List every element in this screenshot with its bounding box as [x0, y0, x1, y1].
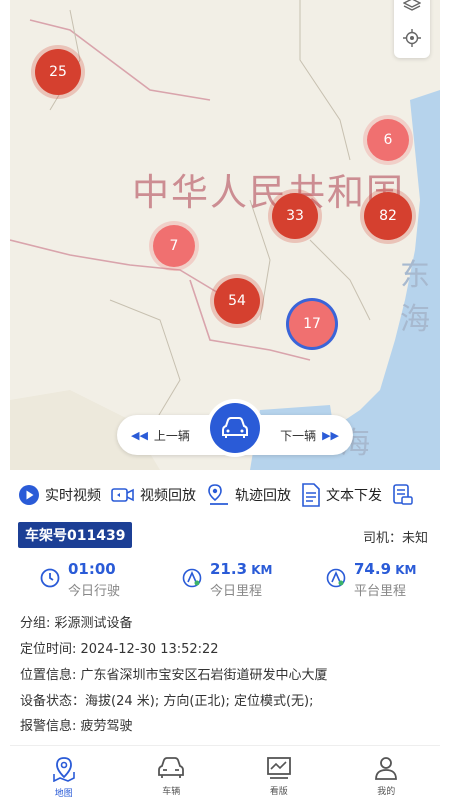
layers-icon[interactable] [402, 0, 422, 16]
double-chevron-right-icon: ▶▶ [322, 429, 339, 442]
device-status-info: 设备状态：海拔(24 米); 方向(正北); 定位模式(无); [20, 694, 314, 709]
video-playback-button[interactable]: 视频回放 [111, 485, 196, 505]
tab-label: 看版 [269, 787, 288, 797]
prev-vehicle-button[interactable]: ◀◀ 上一辆 [131, 427, 190, 444]
car-icon [222, 417, 248, 438]
bottom-tab-bar: 地图 车辆 看版 我的 [10, 745, 440, 800]
tab-vehicles[interactable]: 车辆 [118, 746, 226, 800]
alarm-info: 报警信息: 疲劳驾驶 [20, 719, 133, 734]
location-time-info: 定位时间: 2024-12-30 13:52:22 [20, 642, 219, 657]
group-info: 分组: 彩源测试设备 [20, 616, 133, 631]
video-playback-icon [111, 488, 134, 502]
prev-vehicle-label: 上一辆 [153, 429, 190, 443]
live-video-label: 实时视频 [45, 488, 101, 504]
stat-value: 01:00 [68, 560, 116, 578]
tab-label: 车辆 [162, 787, 181, 797]
vin-badge: 车架号011439 [18, 522, 133, 548]
odometer-icon [182, 568, 202, 588]
next-vehicle-label: 下一辆 [280, 429, 317, 443]
locate-icon[interactable] [403, 29, 421, 51]
tab-label: 我的 [377, 787, 396, 797]
live-video-button[interactable]: 实时视频 [18, 484, 101, 506]
stat-today-mileage: 21.3 KM 今日里程 [182, 560, 272, 599]
text-dispatch-button[interactable]: 文本下发 [301, 483, 382, 507]
video-playback-label: 视频回放 [140, 488, 196, 504]
user-icon [375, 757, 398, 780]
vehicle-switcher: ◀◀ 上一辆 下一辆 ▶▶ [117, 403, 353, 455]
stat-today-drive-time: 01:00 今日行驶 [40, 560, 120, 599]
map-view[interactable]: 中华人民共和国 东海 海 25 6 33 82 7 54 17 ◀◀ 上一辆 下… [10, 0, 440, 470]
map-pin-icon [52, 757, 75, 782]
text-dispatch-label: 文本下发 [326, 488, 382, 504]
tab-dashboard[interactable]: 看版 [225, 746, 333, 800]
car-icon [158, 757, 185, 778]
map-cluster-marker[interactable]: 25 [35, 49, 81, 95]
map-cluster-marker-selected[interactable]: 17 [289, 301, 335, 347]
map-cluster-marker[interactable]: 54 [214, 278, 260, 324]
vehicle-action-bar: 实时视频 视频回放 轨迹回放 文本下发 [10, 478, 440, 512]
next-vehicle-button[interactable]: 下一辆 ▶▶ [280, 427, 339, 444]
stat-label: 今日里程 [210, 584, 263, 599]
track-playback-button[interactable]: 轨迹回放 [206, 483, 291, 507]
map-country-label: 中华人民共和国 [132, 171, 405, 214]
map-tools-panel [394, 0, 430, 58]
tab-map[interactable]: 地图 [10, 746, 118, 800]
map-cluster-marker[interactable]: 7 [153, 225, 195, 267]
double-chevron-left-icon: ◀◀ [131, 429, 148, 442]
stat-label: 今日行驶 [68, 584, 121, 599]
address-info: 位置信息: 广东省深圳市宝安区石岩街道研发中心大厦 [20, 668, 328, 683]
stat-value: 21.3 KM [210, 560, 273, 578]
map-east-sea-label: 东海 [400, 258, 430, 337]
vehicle-info-card: 车架号011439 司机：未知 01:00 今日行驶 21.3 KM 今日里程 … [10, 514, 440, 746]
right-frame [440, 0, 450, 800]
clock-icon [40, 568, 60, 588]
driver-label: 司机：未知 [362, 531, 428, 546]
track-icon [208, 484, 228, 505]
map-cluster-marker[interactable]: 82 [364, 192, 412, 240]
stat-platform-mileage: 74.9 KM 平台里程 [326, 560, 416, 599]
play-icon [19, 485, 39, 505]
stat-value: 74.9 KM [354, 560, 417, 578]
current-vehicle-button[interactable] [210, 403, 260, 453]
stat-label: 平台里程 [354, 584, 407, 599]
more-action-button[interactable] [392, 483, 414, 507]
tab-profile[interactable]: 我的 [333, 746, 441, 800]
vehicle-list-icon [393, 484, 413, 505]
track-playback-label: 轨迹回放 [235, 488, 291, 504]
tab-label: 地图 [54, 789, 73, 799]
odometer-icon [326, 568, 346, 588]
map-cluster-marker[interactable]: 33 [272, 193, 318, 239]
chart-board-icon [266, 757, 291, 779]
left-frame [0, 0, 10, 800]
map-cluster-marker[interactable]: 6 [367, 119, 409, 161]
document-icon [302, 483, 320, 507]
